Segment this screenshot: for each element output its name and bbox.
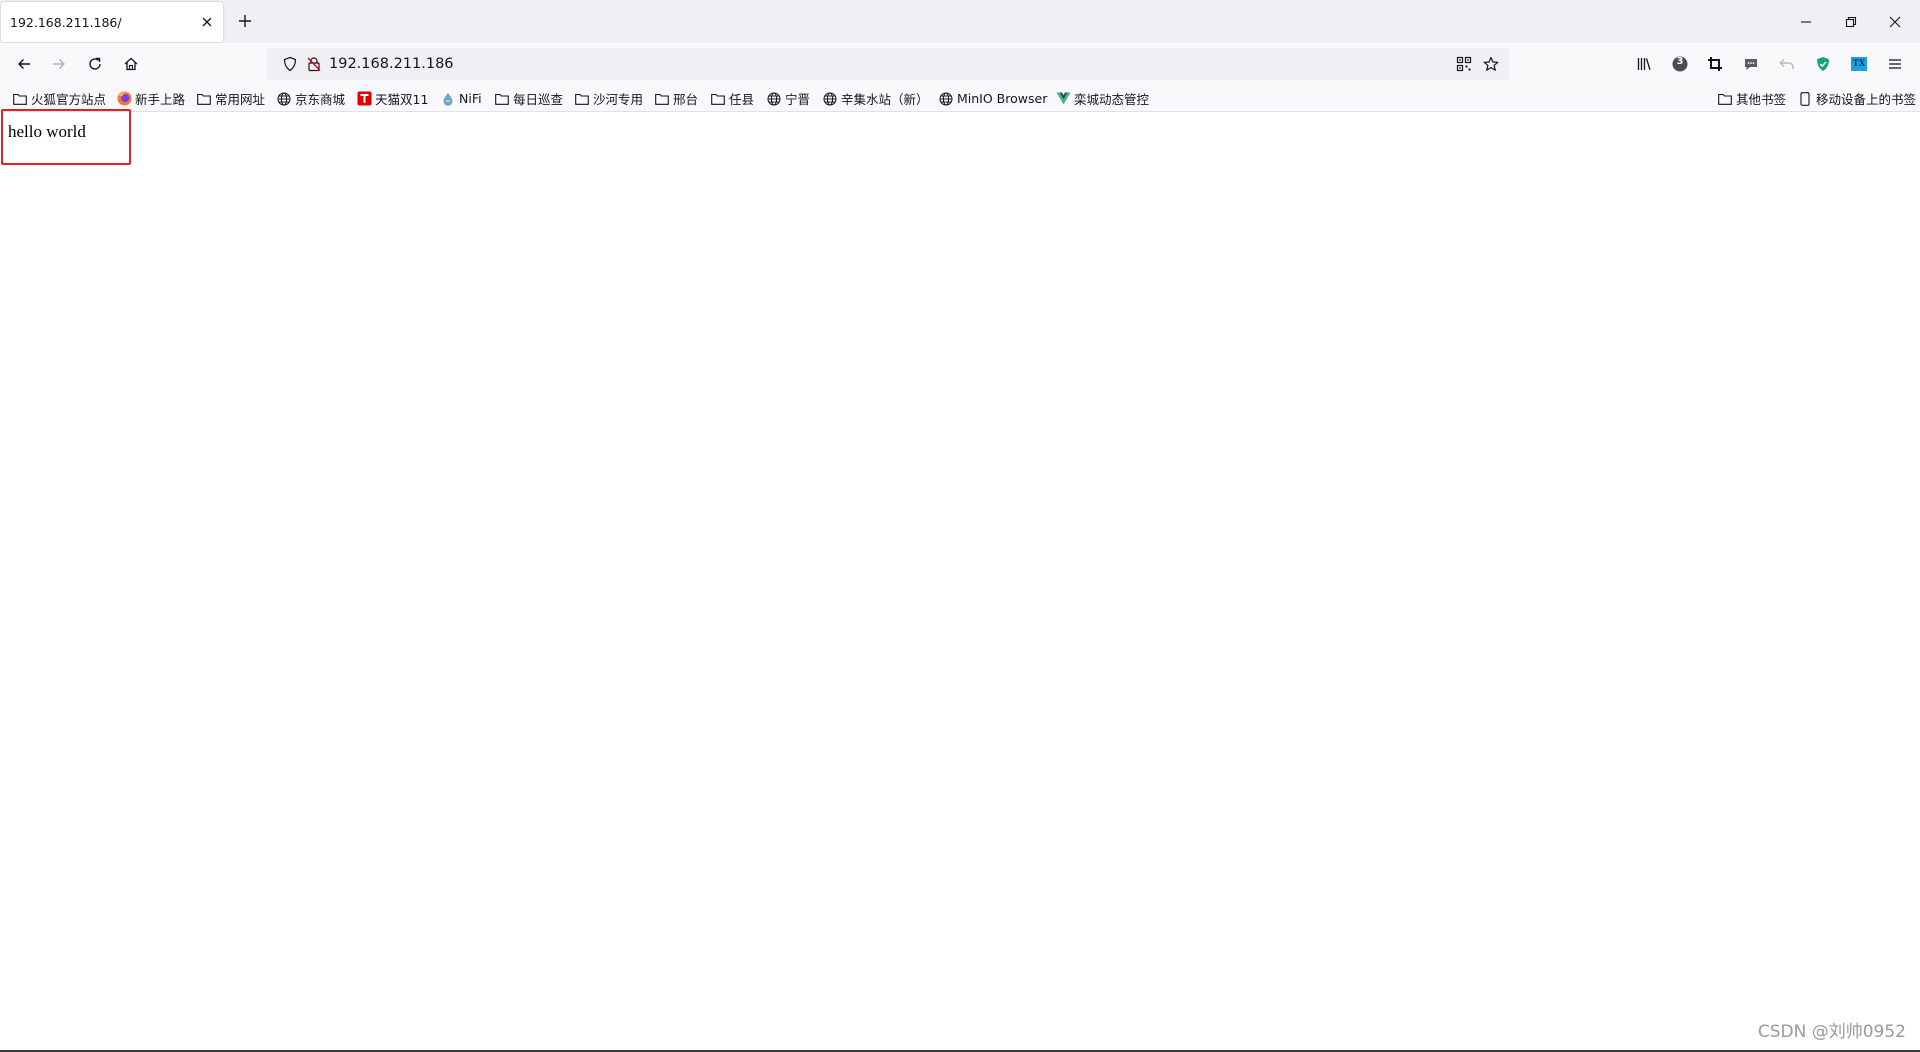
bookmark-item[interactable]: 常用网址: [196, 89, 265, 108]
notification-badge-icon[interactable]: 3: [1669, 53, 1691, 75]
hamburger-menu-icon[interactable]: [1884, 53, 1906, 75]
folder-icon: [12, 91, 28, 107]
insecure-lock-icon[interactable]: [306, 56, 322, 72]
bookmark-label: 移动设备上的书签: [1816, 92, 1917, 107]
vue-icon: [1055, 91, 1071, 107]
bookmark-label: 辛集水站（新）: [841, 92, 929, 107]
tab-strip: 192.168.211.186/: [0, 0, 1920, 43]
bookmark-label: 任县: [729, 92, 755, 107]
address-bar[interactable]: 192.168.211.186: [267, 48, 1509, 80]
bookmark-item[interactable]: NiFi: [440, 89, 482, 108]
bookmark-item[interactable]: 其他书签: [1717, 89, 1786, 108]
new-tab-icon[interactable]: [236, 12, 254, 30]
globe-icon: [766, 91, 782, 107]
bookmark-item[interactable]: 每日巡查: [494, 89, 563, 108]
bookmark-label: NiFi: [459, 91, 482, 106]
bookmark-label: 宁晋: [785, 92, 811, 107]
firefox-icon: [116, 91, 132, 107]
mobile-icon: [1797, 91, 1813, 107]
bookmark-item[interactable]: 天猫双11: [356, 89, 428, 108]
crop-screenshot-icon[interactable]: [1704, 53, 1726, 75]
folder-icon: [494, 91, 510, 107]
home-icon[interactable]: [119, 52, 143, 76]
bookmark-label: 天猫双11: [375, 92, 429, 107]
globe-icon: [938, 91, 954, 107]
bookmark-item[interactable]: 栾城动态管控: [1055, 89, 1149, 108]
bookmark-item[interactable]: 新手上路: [116, 89, 185, 108]
bookmark-item[interactable]: MinIO Browser: [938, 89, 1047, 108]
folder-icon: [1717, 91, 1733, 107]
bookmark-star-icon[interactable]: [1483, 56, 1499, 72]
bookmark-item[interactable]: 任县: [710, 89, 754, 108]
bookmark-label: 沙河专用: [593, 92, 644, 107]
page-body-text: hello world: [8, 122, 86, 141]
bookmarks-toolbar: 火狐官方站点 新手上路 常用网址 京东商城 天猫双11 NiFi 每日巡查 沙河专用 邢台 任县 宁…: [0, 85, 1920, 112]
bookmark-item[interactable]: 沙河专用: [574, 89, 643, 108]
notification-count: 3: [1676, 56, 1684, 67]
globe-icon: [822, 91, 838, 107]
bookmark-label: MinIO Browser: [957, 91, 1048, 106]
bookmark-item[interactable]: 移动设备上的书签: [1797, 89, 1916, 108]
url-text[interactable]: 192.168.211.186: [329, 56, 454, 72]
restore-icon[interactable]: [1839, 10, 1863, 34]
bookmark-label: 其他书签: [1736, 92, 1787, 107]
tab-active[interactable]: 192.168.211.186/: [1, 2, 223, 42]
folder-icon: [654, 91, 670, 107]
close-window-icon[interactable]: [1883, 10, 1907, 34]
shield-check-icon[interactable]: [1812, 53, 1834, 75]
csdn-watermark: CSDN @刘帅0952: [1757, 1022, 1906, 1042]
forward-arrow-icon[interactable]: [47, 52, 71, 76]
bookmark-item[interactable]: 火狐官方站点: [12, 89, 106, 108]
globe-icon: [276, 91, 292, 107]
qr-code-icon[interactable]: [1456, 56, 1472, 72]
minimize-icon[interactable]: [1794, 10, 1818, 34]
folder-icon: [196, 91, 212, 107]
bookmark-label: 栾城动态管控: [1074, 92, 1150, 107]
nifi-icon: [440, 91, 456, 107]
folder-icon: [710, 91, 726, 107]
bookmark-label: 每日巡查: [513, 92, 564, 107]
bookmark-item[interactable]: 京东商城: [276, 89, 345, 108]
navigation-toolbar: 192.168.211.186 3 TX: [0, 43, 1920, 85]
close-tab-icon[interactable]: [199, 14, 215, 30]
bookmark-label: 常用网址: [215, 92, 266, 107]
bookmark-item[interactable]: 邢台: [654, 89, 698, 108]
translate-extension-icon[interactable]: TX: [1848, 53, 1870, 75]
library-icon[interactable]: [1633, 53, 1655, 75]
extension-badge-text: TX: [1852, 58, 1866, 68]
undo-icon[interactable]: [1776, 53, 1798, 75]
folder-icon: [574, 91, 590, 107]
bookmark-label: 火狐官方站点: [31, 92, 107, 107]
bookmark-label: 邢台: [673, 92, 699, 107]
tab-title: 192.168.211.186/: [10, 15, 122, 30]
chat-bubble-icon[interactable]: [1740, 53, 1762, 75]
bookmark-item[interactable]: 辛集水站（新）: [822, 89, 929, 108]
bookmark-label: 新手上路: [135, 92, 186, 107]
reload-icon[interactable]: [83, 52, 107, 76]
page-content: hello world CSDN @刘帅0952: [0, 109, 1920, 1052]
tracking-protection-shield-icon[interactable]: [282, 56, 298, 72]
bookmark-label: 京东商城: [295, 92, 346, 107]
back-arrow-icon[interactable]: [12, 52, 36, 76]
bookmark-item[interactable]: 宁晋: [766, 89, 810, 108]
tmall-icon: [356, 91, 372, 107]
